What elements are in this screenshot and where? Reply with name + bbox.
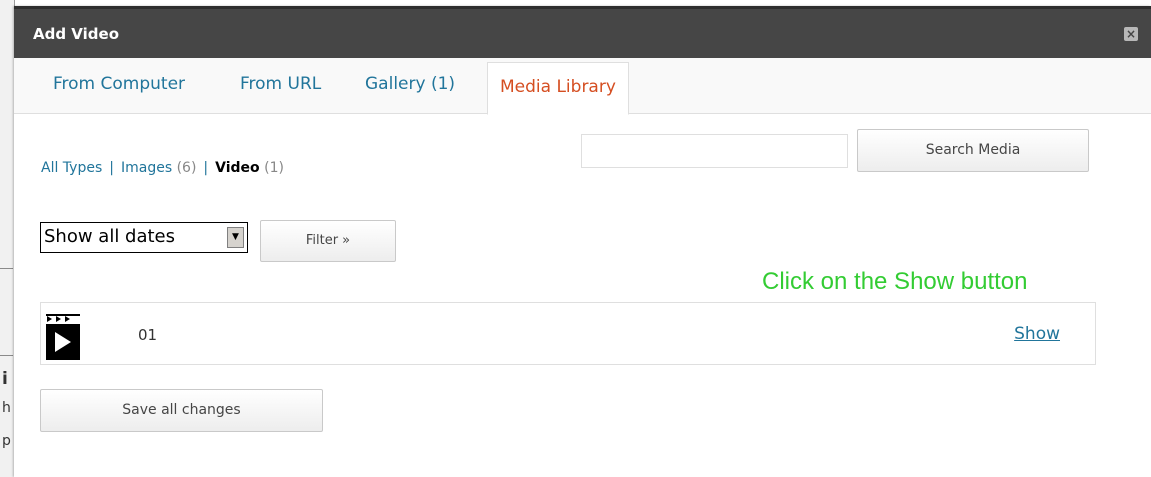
filter-button[interactable]: Filter » — [260, 220, 396, 262]
date-filter-value: Show all dates — [44, 226, 176, 247]
tab-media-library[interactable]: Media Library — [487, 62, 629, 115]
close-icon[interactable]: × — [1124, 27, 1138, 41]
background-divider — [0, 355, 13, 356]
tab-from-computer[interactable]: From Computer — [53, 74, 185, 94]
filter-separator: | — [203, 160, 209, 176]
dialog-title: Add Video — [33, 25, 120, 43]
background-glyph: p — [2, 433, 11, 449]
video-count: (1) — [264, 160, 284, 176]
dialog-titlebar: Add Video × — [14, 6, 1151, 58]
filter-images-link[interactable]: Images — [121, 160, 172, 176]
search-media-button[interactable]: Search Media — [857, 129, 1089, 172]
search-media-input[interactable] — [581, 134, 848, 168]
add-video-dialog: Add Video × From Computer From URL Galle… — [14, 6, 1151, 477]
media-type-filter: All Types | Images (6) | Video (1) — [41, 160, 284, 176]
instruction-annotation: Click on the Show button — [762, 268, 1028, 295]
dropdown-arrow-icon[interactable]: ▼ — [227, 227, 244, 248]
media-item-title: 01 — [138, 326, 158, 344]
background-page-edge: i h p — [0, 0, 15, 477]
background-divider — [0, 268, 13, 269]
background-glyph: i — [2, 369, 8, 389]
background-glyph: h — [2, 400, 11, 416]
media-item-row: 01 Show — [40, 302, 1096, 365]
media-tabs: From Computer From URL Gallery (1) Media… — [14, 58, 1151, 115]
tab-from-url[interactable]: From URL — [240, 74, 321, 94]
date-filter-select[interactable]: Show all dates ▼ — [40, 222, 248, 253]
show-link[interactable]: Show — [1014, 324, 1060, 344]
save-all-changes-button[interactable]: Save all changes — [40, 389, 323, 432]
filter-video-current: Video — [215, 160, 260, 176]
images-count: (6) — [176, 160, 197, 176]
page: i h p Add Video × From Computer From URL… — [0, 0, 1151, 477]
video-clapper-icon — [44, 310, 84, 361]
tab-gallery[interactable]: Gallery (1) — [365, 74, 455, 94]
filter-separator: | — [109, 160, 114, 176]
filter-all-types-link[interactable]: All Types — [41, 160, 102, 176]
